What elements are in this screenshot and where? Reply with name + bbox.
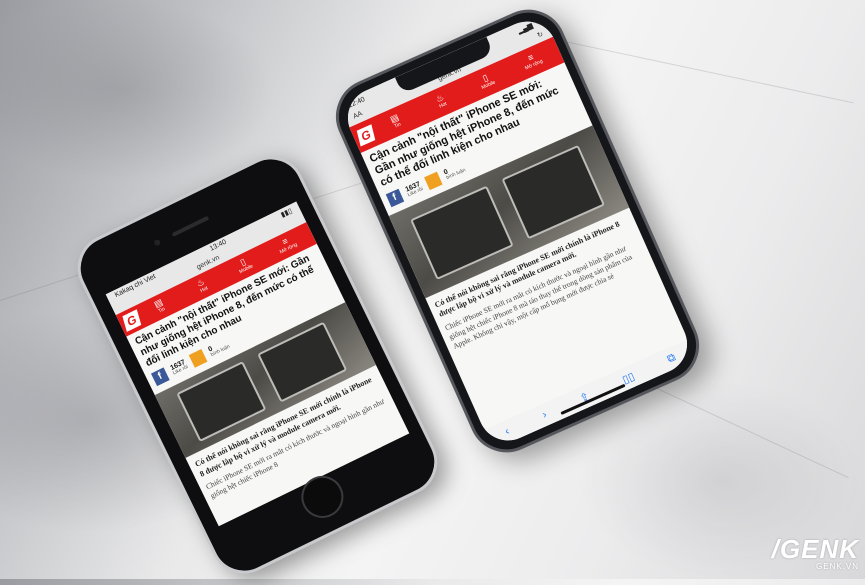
nav-label: Tin: [157, 306, 167, 315]
safari-toolbar: ‹ › ⇪ ▯▯ ⧉: [483, 339, 697, 450]
nav-label: Tin: [393, 121, 403, 130]
phone-internals-left: [410, 185, 514, 280]
marble-vein: [559, 40, 854, 104]
phone-internals-right: [501, 144, 606, 240]
like-count: 1637 Like rồi: [170, 359, 190, 377]
tabs-icon[interactable]: ⧉: [665, 351, 677, 366]
photo-scene: { "watermark": {"brand": "/GENK", "domai…: [0, 0, 865, 585]
nav-label: Hot: [199, 285, 210, 295]
facebook-icon[interactable]: f: [385, 188, 405, 208]
nav-label: Hot: [438, 101, 448, 110]
comment-icon[interactable]: [189, 349, 208, 369]
facebook-icon[interactable]: f: [151, 367, 170, 387]
forward-icon[interactable]: ›: [540, 409, 548, 421]
comment-sub: bình luận: [210, 343, 232, 359]
like-count: 1637 Like rồi: [404, 181, 424, 198]
genk-watermark: /GENK GENK.VN: [772, 536, 859, 571]
watermark-brand: /GENK: [771, 534, 859, 564]
marble-vein: [639, 380, 849, 479]
back-icon[interactable]: ‹: [503, 425, 511, 437]
comment-sub: bình luận: [445, 167, 467, 181]
small-screen: Kakaq chi Viet 13:40 ▮▮▯ genk.vn G ▤ Tin …: [105, 201, 410, 527]
earpiece: [171, 216, 209, 238]
reload-icon[interactable]: ↻: [536, 30, 544, 40]
comment-icon[interactable]: [424, 171, 443, 191]
reader-text-button[interactable]: AA: [352, 110, 364, 121]
comment-count: 0 bình luận: [443, 162, 467, 181]
comment-count: 0 bình luận: [207, 339, 232, 359]
front-camera: [153, 238, 162, 247]
